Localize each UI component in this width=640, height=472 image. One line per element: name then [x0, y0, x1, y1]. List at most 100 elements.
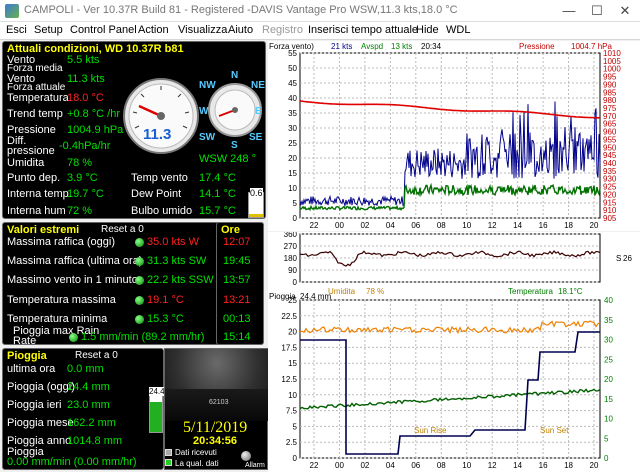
compass-w: W: [199, 106, 209, 117]
min-temp-time: 00:13: [223, 313, 251, 325]
data-received-indicator: [165, 449, 172, 456]
max-gust-hour-value: 31.3 kts SW: [147, 255, 207, 267]
chart3-left-tick: 0: [293, 454, 298, 463]
menu-bar: Esci Setup Control Panel Action Visualiz…: [0, 22, 640, 40]
rain-reset-button[interactable]: Reset a 0: [75, 350, 118, 361]
menu-aiuto[interactable]: Aiuto: [228, 24, 253, 36]
chart3-right-tick: 10: [604, 415, 613, 424]
compass-s: S: [231, 140, 238, 151]
chart1-left-tick: 40: [288, 94, 297, 103]
max-gust-hour-led: [135, 257, 144, 266]
menu-setup[interactable]: Setup: [34, 24, 63, 36]
menu-control-panel[interactable]: Control Panel: [70, 24, 137, 36]
menu-wdl[interactable]: WDL: [446, 24, 470, 36]
humidity-value: 78 %: [67, 157, 93, 169]
max-gust-today-led: [135, 238, 144, 247]
chart1-x-tick: 14: [513, 221, 522, 230]
chart1-x-tick: 02: [360, 221, 369, 230]
chart3-x-tick: 12: [488, 461, 497, 470]
pressure-diff-label: Diff. pressione: [7, 135, 55, 157]
chart1-left-tick: 5: [293, 199, 298, 208]
chart2-left-tick: 360: [284, 232, 298, 239]
max-gust-today-label: Massima raffica (oggi): [7, 236, 115, 248]
wind-pressure-chart[interactable]: Forza vento) 21 kts Avspd 13 kts 20:34 P…: [268, 41, 640, 231]
extremes-title: Valori estremi: [7, 224, 80, 236]
chart1-left-tick: 45: [288, 79, 297, 88]
max-temp-label: Temperatura massima: [7, 294, 116, 306]
chart2-left-tick: 0: [293, 278, 298, 286]
chart3-right-tick: 15: [604, 395, 613, 404]
max-wind-1min-label: Massimo vento in 1 minuto: [7, 274, 138, 286]
chart3-x-tick: 06: [411, 461, 420, 470]
max-rain-rate-time: 15:14: [223, 331, 251, 343]
chart3-x-tick: 04: [386, 461, 395, 470]
min-temp-label: Temperatura minima: [7, 313, 108, 325]
pressure-diff-value: -0.4hPa/hr: [59, 140, 111, 152]
chart3-right-tick: 20: [604, 375, 613, 384]
wet-bulb-label: Bulbo umido: [131, 205, 193, 217]
max-gust-hour-label: Massima raffica (ultima ora): [7, 255, 143, 267]
chart1-left-tick: 50: [288, 64, 297, 73]
chart3-left-tick: 17.5: [281, 343, 297, 352]
chart1-left-tick: 55: [288, 49, 297, 58]
extremes-reset-button[interactable]: Reset a 0: [101, 224, 144, 235]
title-bar: CAMPOLI - Ver 10.37R Build 81 - Register…: [0, 0, 640, 22]
data-quality-indicator: [165, 459, 172, 466]
chart3-x-tick: 08: [437, 461, 446, 470]
maximize-button[interactable]: ☐: [588, 2, 606, 20]
chart2-left-tick: 270: [284, 242, 298, 251]
chart3-x-tick: 00: [335, 461, 344, 470]
sunrise-marker: Sun Rise: [414, 426, 447, 435]
rain-last-hour-label: ultima ora: [7, 363, 56, 375]
max-rain-rate-value: 1.5 mm/min (89.2 mm/hr): [81, 331, 205, 343]
dewpoint-out-value: 3.9 °C: [67, 172, 98, 184]
max-wind-1min-value: 22.2 kts SSW: [147, 274, 214, 286]
chart1-left-tick: 35: [288, 109, 297, 118]
menu-registro[interactable]: Registro: [262, 24, 303, 36]
chart3-left-tick: 10: [288, 391, 297, 400]
chart1-left-tick: 25: [288, 139, 297, 148]
menu-inserisci-tempo[interactable]: Inserisci tempo attuale: [308, 24, 418, 36]
chart3-right-tick: 25: [604, 355, 613, 364]
rain-bar-fill: [150, 402, 162, 432]
menu-esci[interactable]: Esci: [6, 24, 27, 36]
rain-rate-value: 0.00 mm/min (0.00 mm/hr): [7, 456, 137, 468]
menu-action[interactable]: Action: [138, 24, 169, 36]
menu-visualizza[interactable]: Visualizza: [178, 24, 227, 36]
chart1-x-tick: 10: [462, 221, 471, 230]
chart1-left-tick: 20: [288, 154, 297, 163]
menu-hide[interactable]: Hide: [416, 24, 439, 36]
chart1-left-tick: 30: [288, 124, 297, 133]
wind-direction-chart[interactable]: 360 270 180 90 0 S 26: [268, 232, 640, 286]
chart3-right-tick: 0: [604, 454, 609, 463]
temp-trend-value: +0.8 °C /hr: [67, 108, 121, 120]
webcam-image[interactable]: 62103: [165, 349, 269, 421]
current-conditions-panel: Attuali condizioni, WD 10.37R b81 Vento …: [2, 41, 266, 219]
min-temp-value: 15.3 °C: [147, 313, 184, 325]
chart1-left-tick: 0: [293, 214, 298, 223]
temp-humidity-rain-chart[interactable]: Umidita 78 % Temperatura 18.1°C Pioggia …: [268, 286, 640, 472]
chart3-x-tick: 22: [310, 461, 319, 470]
chart1-x-tick: 20: [590, 221, 599, 230]
minimize-button[interactable]: —: [560, 2, 578, 20]
chart2-canvas: 360 270 180 90 0: [284, 232, 601, 286]
gauge-speed-value: 11.3: [143, 126, 172, 143]
temperature-label: Temperatura: [7, 92, 69, 104]
alarm-icon[interactable]: [241, 451, 251, 461]
chart3-left-tick: 7.5: [286, 407, 298, 416]
rain-month-label: Pioggia mese: [7, 417, 74, 429]
chart3-left-tick: 22.5: [281, 312, 297, 321]
indoor-temp-value: 19.7 °C: [67, 188, 104, 200]
chart1-left-tick: 10: [288, 184, 297, 193]
indoor-hum-value: 72 %: [67, 205, 93, 217]
close-button[interactable]: ✕: [616, 2, 634, 20]
temperature-value: 18.0 °C: [67, 92, 104, 104]
max-gust-today-time: 12:07: [223, 236, 251, 248]
dew-point-label: Dew Point: [131, 188, 182, 200]
rain-bar-value: 24.4: [149, 387, 165, 396]
chart1-x-tick: 08: [437, 221, 446, 230]
compass-e: E: [255, 106, 262, 117]
window-title: CAMPOLI - Ver 10.37R Build 81 - Register…: [24, 4, 458, 16]
indoor-temp-label: Interna temp.: [7, 188, 72, 200]
chart3-right-tick: 35: [604, 316, 613, 325]
